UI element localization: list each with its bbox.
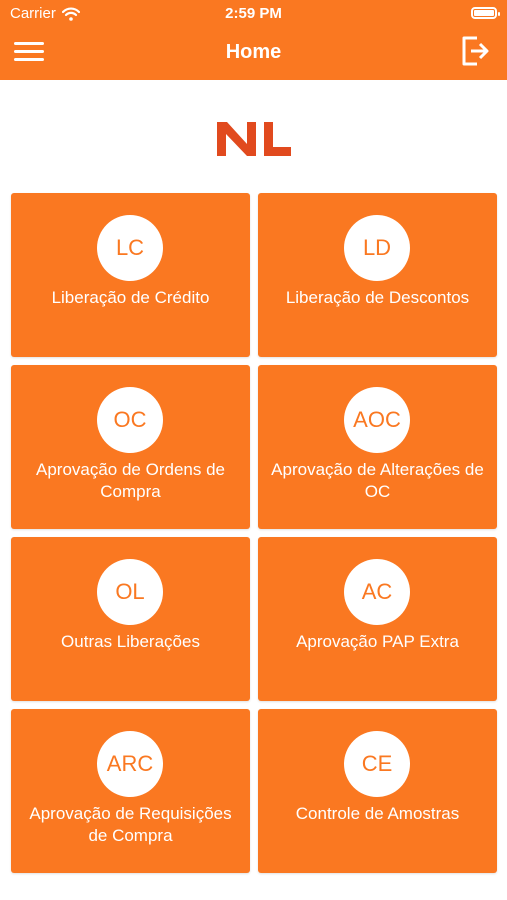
module-badge: AC — [344, 559, 410, 625]
module-label: Aprovação de Requisições de Compra — [29, 804, 232, 845]
nl-logo — [214, 116, 294, 158]
module-badge: AOC — [344, 387, 410, 453]
module-tile-aoc[interactable]: AOC Aprovação de Alterações de OC — [258, 365, 497, 529]
module-badge: ARC — [97, 731, 163, 797]
module-tile-oc[interactable]: OC Aprovação de Ordens de Compra — [11, 365, 250, 529]
page-title: Home — [225, 41, 282, 63]
module-tile-ol[interactable]: OL Outras Liberações — [11, 537, 250, 701]
module-tile-lc[interactable]: LC Liberação de Crédito — [11, 193, 250, 357]
navigation-bar: Home — [0, 28, 507, 76]
module-tile-arc[interactable]: ARC Aprovação de Requisições de Compra — [11, 709, 250, 873]
module-label: Liberação de Descontos — [285, 288, 470, 307]
module-label: Aprovação de Alterações de OC — [271, 460, 484, 501]
module-label: Outras Liberações — [61, 632, 200, 651]
module-tile-ld[interactable]: LD Liberação de Descontos — [258, 193, 497, 357]
module-tile-ce[interactable]: CE Controle de Amostras — [258, 709, 497, 873]
logout-icon[interactable] — [459, 34, 491, 68]
status-time: 2:59 PM — [225, 5, 282, 22]
module-badge: CE — [344, 731, 410, 797]
module-label: Aprovação PAP Extra — [296, 632, 459, 651]
top-bar: Carrier 2:59 PM Home — [0, 0, 507, 80]
module-label: Aprovação de Ordens de Compra — [35, 460, 225, 501]
module-badge: LD — [344, 215, 410, 281]
battery-icon — [471, 7, 500, 19]
module-tile-ac[interactable]: AC Aprovação PAP Extra — [258, 537, 497, 701]
module-badge: OL — [97, 559, 163, 625]
module-label: Controle de Amostras — [295, 804, 460, 823]
module-badge: LC — [97, 215, 163, 281]
module-label: Liberação de Crédito — [51, 288, 210, 307]
module-badge: OC — [97, 387, 163, 453]
module-grid: LC Liberação de Crédito LD Liberação de Des… — [11, 193, 497, 873]
status-bar: Carrier 2:59 PM — [0, 0, 507, 28]
